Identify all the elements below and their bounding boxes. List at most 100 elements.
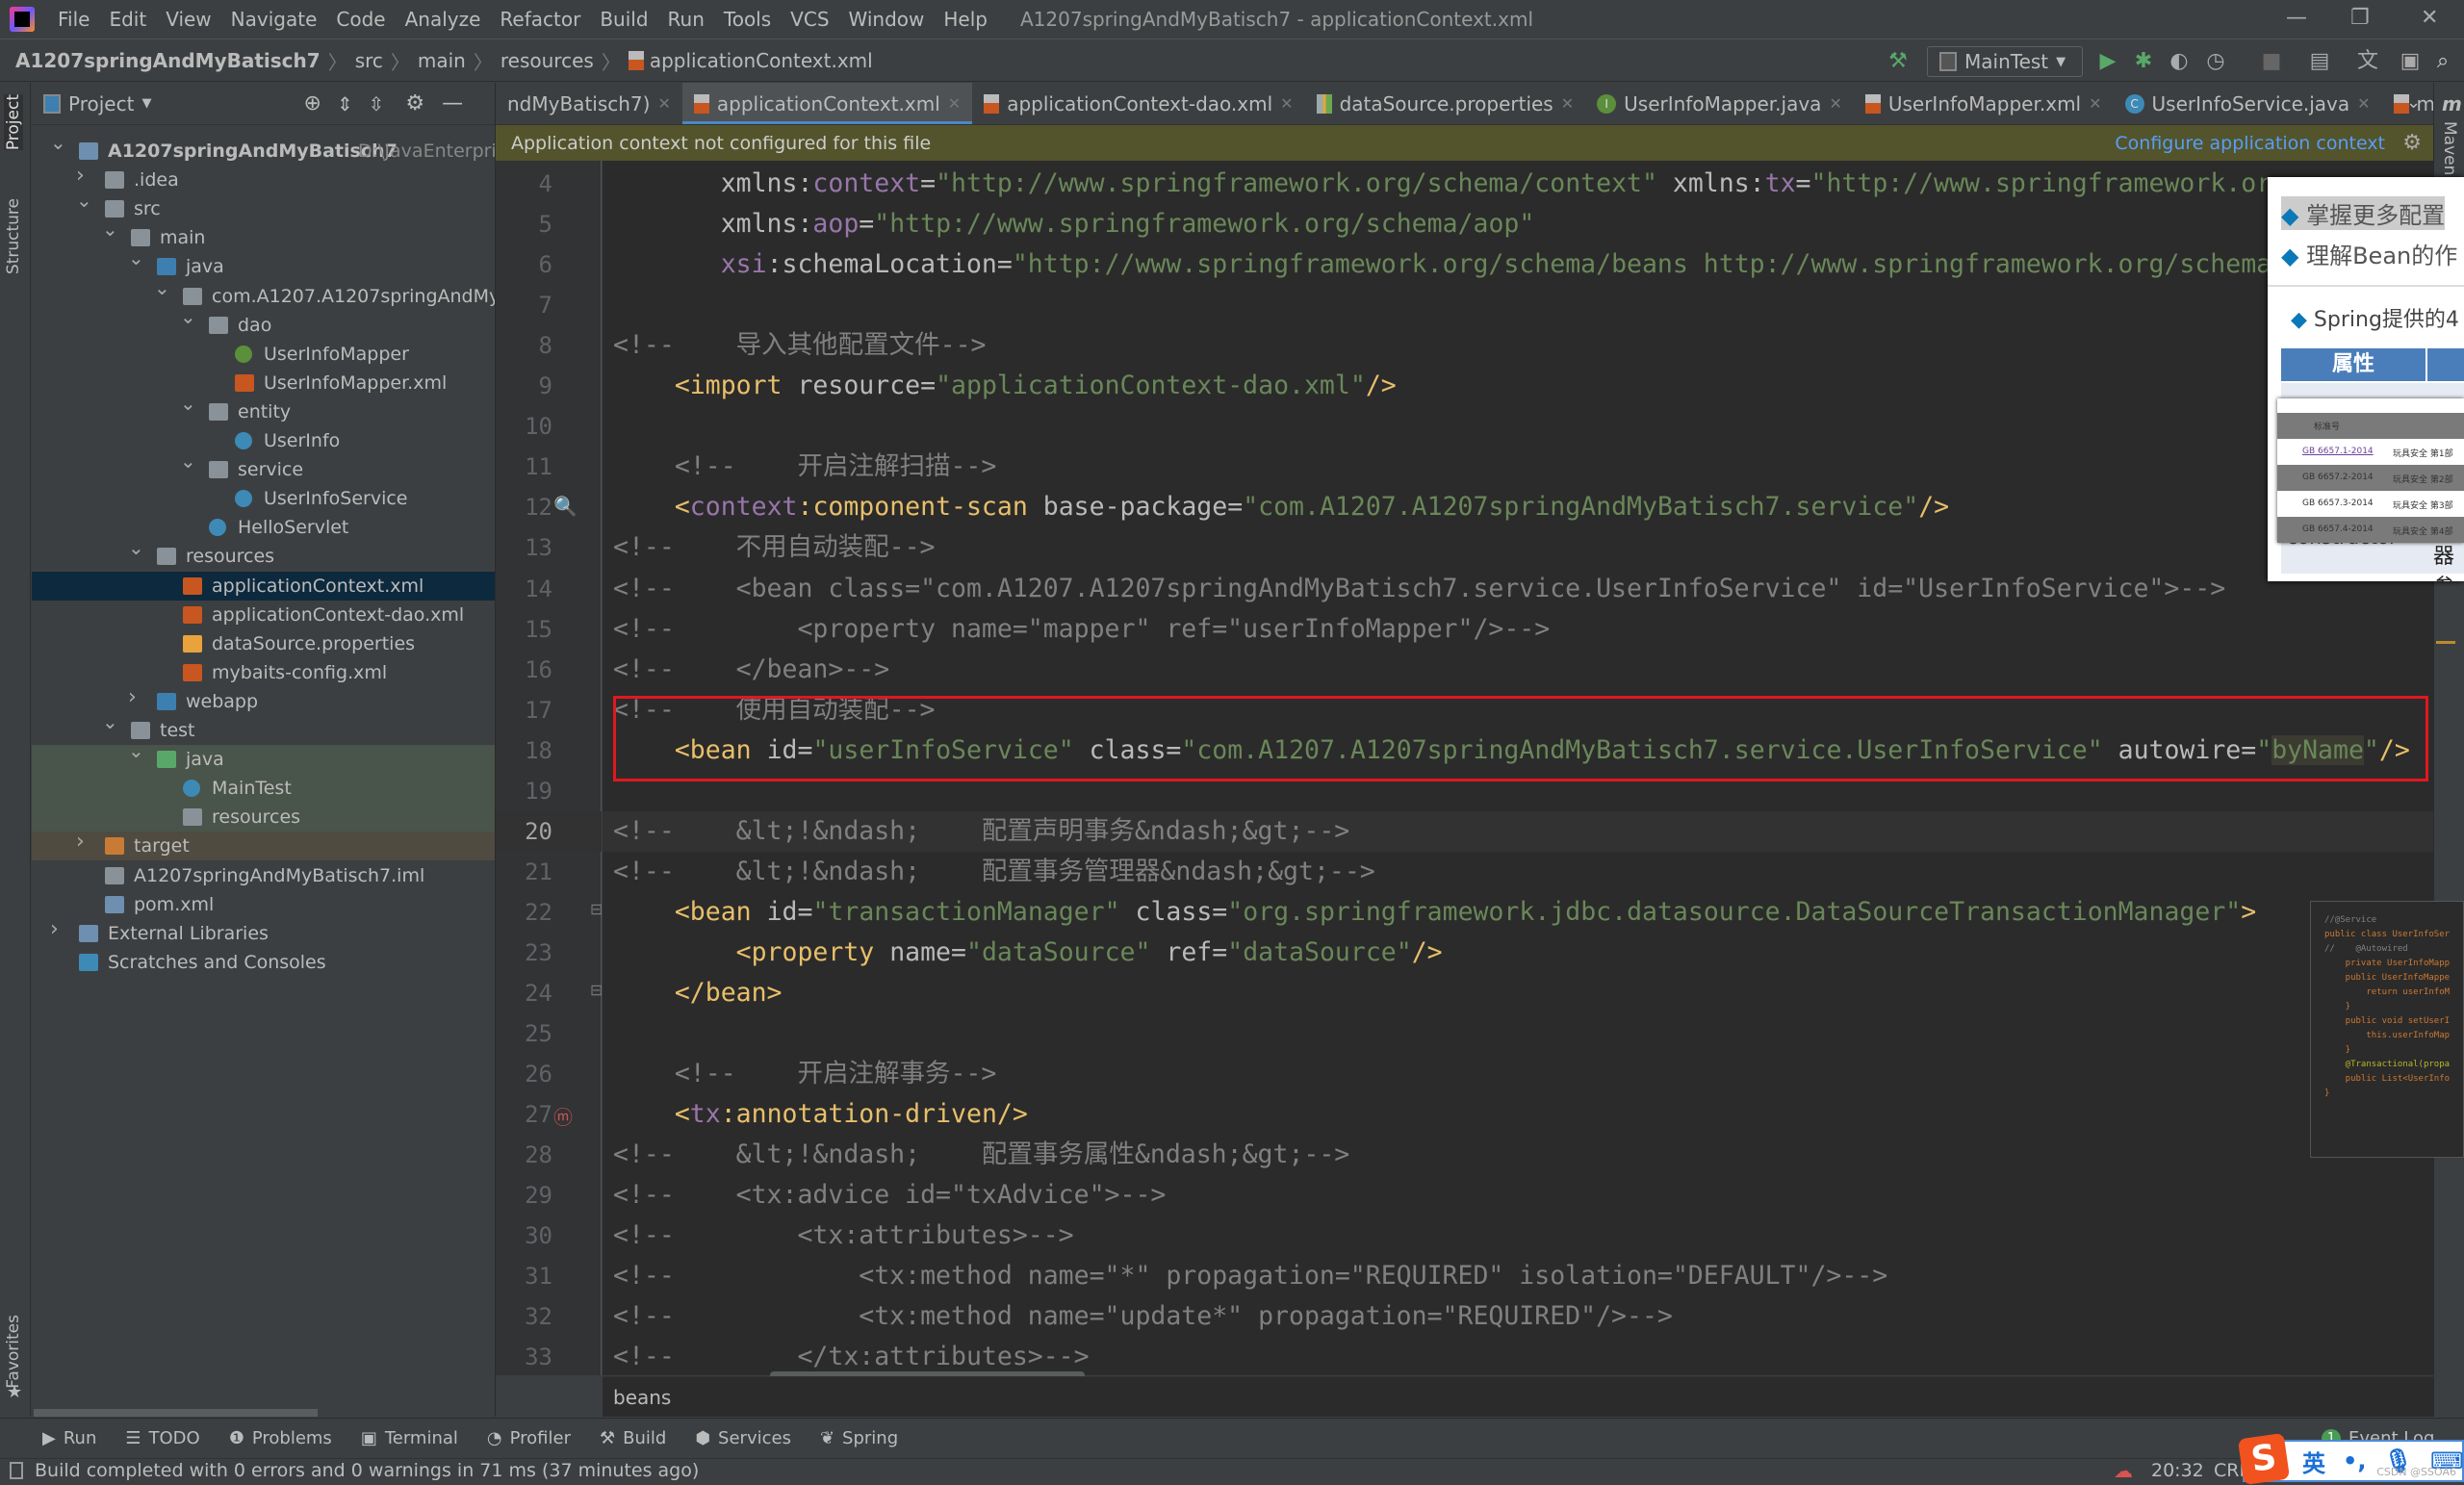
chevron-down-icon[interactable]: ⌄ [102, 710, 118, 733]
tree-item[interactable]: › .idea [32, 164, 495, 194]
close-tab-icon[interactable]: ✕ [1561, 94, 1574, 113]
tree-item[interactable]: ⌄ A1207springAndMyBatisch7D:\JavaEnterpri… [32, 131, 495, 166]
method-gutter-icon[interactable]: ⓜ [553, 1102, 573, 1130]
code-line[interactable]: <!-- 导入其他配置文件--> [603, 325, 2433, 366]
close-window-button[interactable]: ✕ [2421, 6, 2438, 30]
menu-help[interactable]: Help [934, 8, 997, 31]
code-line[interactable]: <!-- <tx:method name="*" propagation="RE… [603, 1256, 2433, 1296]
chevron-down-icon[interactable]: ⌄ [128, 246, 144, 269]
tab-userinfoservice-java[interactable]: C UserInfoService.java ✕ [2114, 83, 2382, 124]
menu-navigate[interactable]: Navigate [221, 8, 327, 31]
chevron-down-icon[interactable]: ⌄ [154, 276, 170, 299]
xml-breadcrumb-beans[interactable]: beans [613, 1386, 671, 1409]
code-line[interactable]: <bean id="transactionManager" class="org… [603, 892, 2433, 933]
tree-item[interactable]: ⌄ com.A1207.A1207springAndMyBat [32, 276, 495, 311]
tree-item[interactable]: mybaits-config.xml [32, 658, 495, 687]
stop-icon[interactable]: ■ [2260, 50, 2283, 73]
tree-item[interactable]: dataSource.properties [32, 629, 495, 658]
favorites-tool-tab[interactable]: Favorites [4, 1315, 23, 1389]
project-tool-tab[interactable]: Project [4, 94, 23, 151]
tool-window-profiler[interactable]: ◔ Profiler [487, 1428, 571, 1448]
code-line[interactable]: <!-- <bean class="com.A1207.A1207springA… [603, 569, 2433, 609]
chevron-right-icon[interactable]: › [76, 164, 90, 188]
tree-item[interactable]: › target [32, 830, 495, 861]
close-tab-icon[interactable]: ✕ [2357, 94, 2370, 113]
tab-applicationcontext-xml[interactable]: applicationContext.xml ✕ [681, 83, 973, 124]
tree-item[interactable]: ⌄ service [32, 449, 495, 484]
run-icon[interactable]: ▶ [2096, 50, 2119, 73]
spring-bean-gutter-icon[interactable]: 🔍 [553, 495, 578, 518]
menu-build[interactable]: Build [590, 8, 657, 31]
project-scrollbar[interactable] [34, 1409, 318, 1417]
menu-edit[interactable]: Edit [99, 8, 156, 31]
tree-item[interactable]: UserInfo [32, 426, 495, 455]
tree-item[interactable]: ⌄ dao [32, 305, 495, 340]
build-hammer-icon[interactable]: ⚒ [1886, 50, 1910, 73]
translate-icon[interactable]: 文 [2356, 50, 2379, 73]
close-tab-icon[interactable]: ✕ [1280, 94, 1293, 113]
caret-position[interactable]: 20:32 [2151, 1460, 2204, 1481]
code-line[interactable]: <property name="dataSource" ref="dataSou… [603, 933, 2433, 973]
close-tab-icon[interactable]: ✕ [657, 94, 670, 113]
expand-all-icon[interactable]: ⇕ [337, 92, 353, 115]
code-line[interactable]: <!-- 不用自动装配--> [603, 527, 2433, 568]
gear-icon[interactable]: ⚙ [2402, 131, 2422, 155]
menu-analyze[interactable]: Analyze [396, 8, 491, 31]
status-toggle-icon[interactable] [10, 1462, 23, 1479]
tool-window-run[interactable]: ▶ Run [42, 1428, 96, 1448]
error-cloud-icon[interactable]: ☁ [2114, 1459, 2133, 1482]
code-line[interactable] [603, 285, 2433, 325]
tree-item[interactable]: ⌄ main [32, 218, 495, 252]
code-line[interactable]: <!-- &lt;!&ndash; 配置事务属性&ndash;&gt;--> [603, 1135, 2433, 1175]
run-configuration-select[interactable]: MainTest ▼ [1927, 46, 2083, 77]
code-line[interactable]: <!-- <tx:method name="update*" propagati… [603, 1296, 2433, 1337]
punctuation-icon[interactable]: •, [2343, 1447, 2366, 1474]
menu-code[interactable]: Code [326, 8, 395, 31]
tab-applicationcontext-dao-xml[interactable]: applicationContext-dao.xml ✕ [972, 83, 1304, 124]
tool-window-spring[interactable]: ❦ Spring [820, 1428, 898, 1448]
tree-item[interactable]: UserInfoMapper.xml [32, 369, 495, 397]
tree-item[interactable]: HelloServlet [32, 513, 495, 542]
tree-item[interactable]: › External Libraries [32, 917, 495, 948]
code-line[interactable]: <!-- </tx:attributes>--> [603, 1337, 2433, 1375]
tree-item[interactable]: UserInfoService [32, 484, 495, 513]
tool-window-services[interactable]: ⬢ Services [695, 1428, 791, 1448]
tool-window-build[interactable]: ⚒ Build [600, 1428, 666, 1448]
tabs-overflow-chevron-icon[interactable]: ⌄ [2406, 92, 2421, 113]
chevron-right-icon[interactable]: › [128, 685, 141, 709]
restore-button[interactable]: ❐ [2350, 6, 2370, 30]
chevron-down-icon[interactable]: ⌄ [102, 218, 118, 241]
code-line[interactable]: xmlns:context="http://www.springframewor… [603, 164, 2433, 204]
tree-item[interactable]: applicationContext.xml [32, 571, 495, 601]
project-structure-icon[interactable]: ▤ [2308, 50, 2331, 73]
standard-number[interactable]: GB 6657.1-2014 [2302, 447, 2374, 456]
tree-item[interactable]: A1207springAndMyBatisch7.iml [32, 861, 495, 890]
gear-icon[interactable]: ⚙ [405, 91, 424, 115]
coverage-icon[interactable]: ◐ [2168, 50, 2191, 73]
code-line[interactable]: <!-- 开启注解事务--> [603, 1054, 2433, 1094]
close-tab-icon[interactable]: ✕ [948, 94, 961, 113]
debug-icon[interactable]: ✱ [2132, 50, 2155, 73]
tree-item[interactable]: MainTest [32, 774, 495, 804]
menu-window[interactable]: Window [839, 8, 935, 31]
collapse-all-icon[interactable]: ⇳ [369, 92, 385, 115]
tool-window-problems[interactable]: ❶ Problems [229, 1428, 332, 1448]
breadcrumb-file[interactable]: applicationContext.xml [650, 49, 873, 72]
tree-item[interactable]: UserInfoMapper [32, 340, 495, 369]
tree-item[interactable]: ⌄ java [32, 739, 495, 775]
tab-userinfomapper-xml[interactable]: UserInfoMapper.xml ✕ [1854, 83, 2114, 124]
tree-item[interactable]: Scratches and Consoles [32, 948, 495, 977]
chevron-down-icon[interactable]: ⌄ [180, 392, 196, 415]
code-line[interactable]: xmlns:aop="http://www.springframework.or… [603, 204, 2433, 244]
chevron-down-icon[interactable]: ⌄ [128, 739, 144, 762]
configure-context-link[interactable]: Configure application context [2115, 133, 2385, 154]
structure-tool-tab[interactable]: Structure [4, 198, 23, 274]
code-line[interactable]: <!-- &lt;!&ndash; 配置声明事务&ndash;&gt;--> [603, 810, 2433, 852]
tree-item[interactable]: ⌄ entity [32, 392, 495, 426]
hide-panel-icon[interactable]: — [442, 91, 463, 115]
ime-mode-toggle[interactable]: 英 [2302, 1445, 2325, 1478]
fold-marker-icon[interactable]: ⊟ [590, 900, 603, 918]
tree-item[interactable]: ⌄ java [32, 246, 495, 281]
code-line[interactable]: <!-- 开启注解扫描--> [603, 447, 2433, 487]
maven-tool-tab[interactable]: Maven [2440, 121, 2459, 175]
